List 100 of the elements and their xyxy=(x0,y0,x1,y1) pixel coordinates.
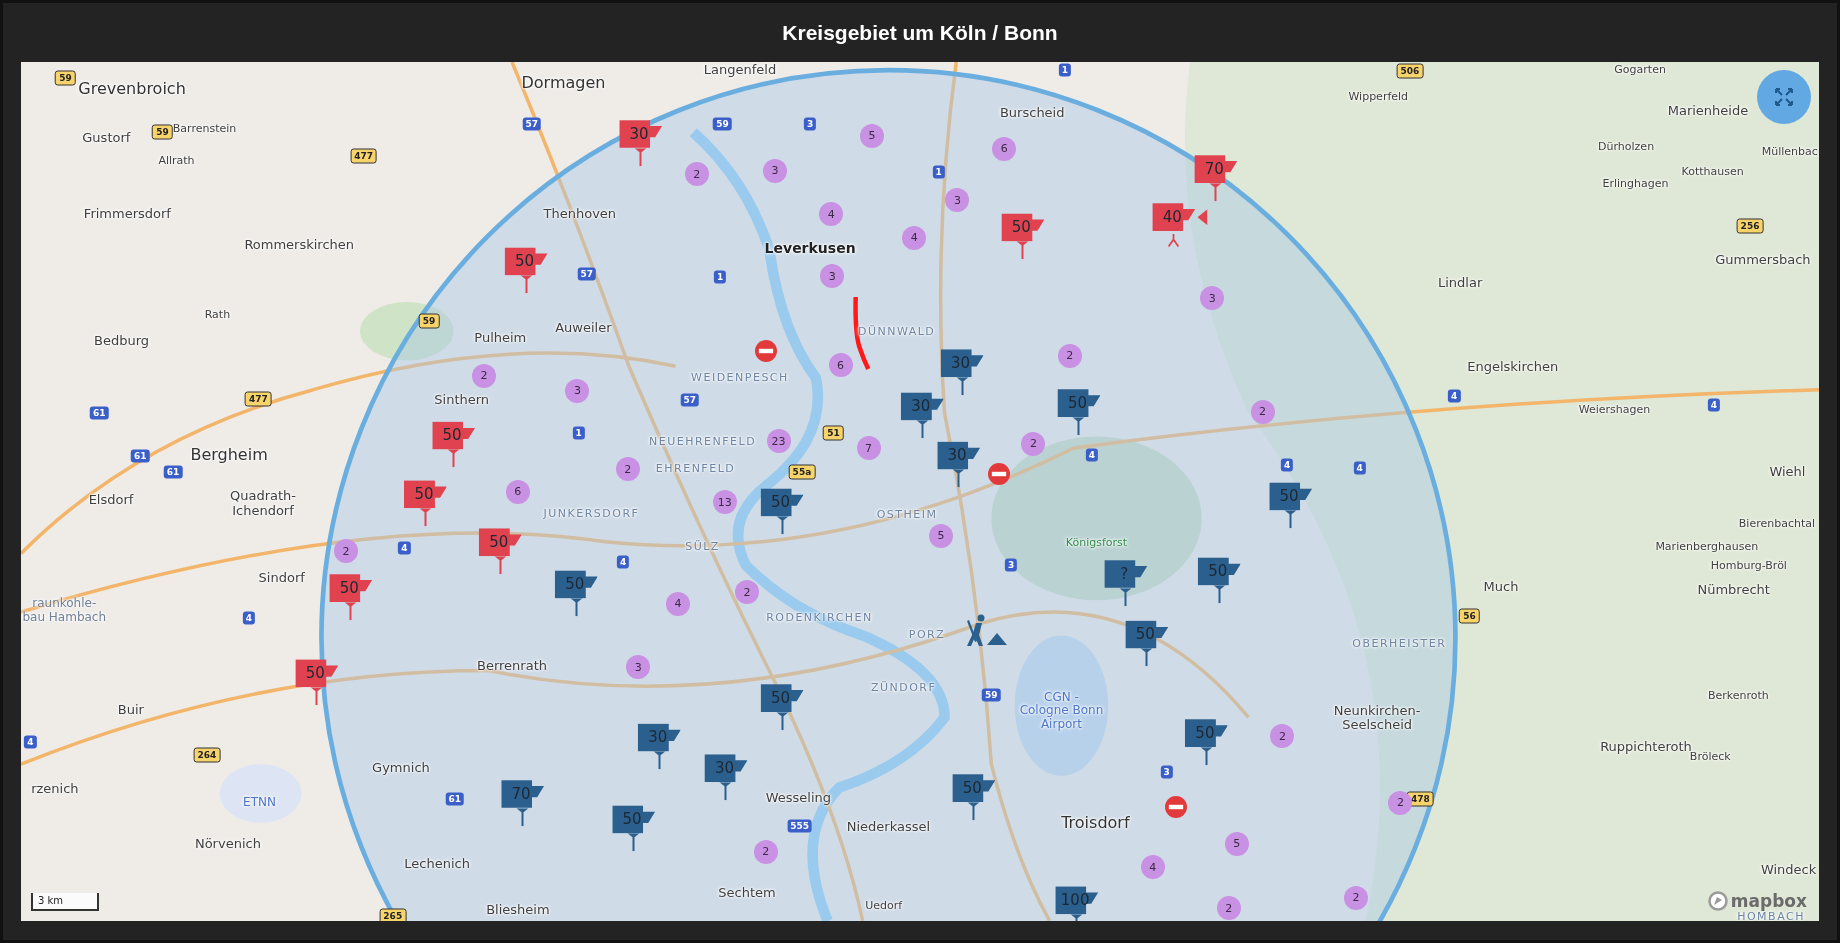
pole-icon xyxy=(1139,648,1154,667)
pole-icon xyxy=(515,807,530,826)
road-number-shield: 59 xyxy=(152,124,173,140)
place-label: DÜNNWALD xyxy=(857,326,936,339)
no-entry-icon[interactable] xyxy=(988,462,1011,485)
place-label: Gummersbach xyxy=(1715,252,1811,268)
road-number-shield: 1 xyxy=(1058,63,1072,77)
pole-icon xyxy=(569,598,584,617)
place-label: Gymnich xyxy=(372,760,430,776)
place-label: Troisdorf xyxy=(1061,813,1130,832)
road-number-shield: 264 xyxy=(193,747,221,763)
road-number-shield: 59 xyxy=(713,117,732,131)
pole-icon xyxy=(1015,241,1030,260)
place-label: Pulheim xyxy=(474,330,527,346)
pole-icon xyxy=(1118,587,1133,606)
place-label: Frimmersdorf xyxy=(83,206,171,222)
place-label: Gustorf xyxy=(82,130,131,146)
road-number-shield: 4 xyxy=(24,735,37,749)
place-label: Bierenbachtal xyxy=(1738,517,1816,531)
place-label: Sinthern xyxy=(434,392,490,408)
road-number-shield: 61 xyxy=(130,449,150,463)
road-number-shield: 57 xyxy=(577,267,597,281)
pole-icon xyxy=(418,508,433,527)
place-label: Grevenbroich xyxy=(78,79,186,99)
no-entry-icon[interactable] xyxy=(1165,796,1187,819)
road-number-shield: 3 xyxy=(1005,558,1018,572)
place-label: Rommerskirchen xyxy=(244,237,355,253)
place-label: Rath xyxy=(204,308,231,322)
road-number-shield: 61 xyxy=(90,406,109,420)
place-label: Bergheim xyxy=(190,446,268,465)
place-label: Marienheide xyxy=(1667,103,1749,119)
place-label: Gogarten xyxy=(1614,63,1666,77)
scale-bar: 3 km xyxy=(31,893,99,911)
road-number-shield: 57 xyxy=(680,393,699,407)
place-label: Burscheid xyxy=(999,106,1065,121)
pole-icon xyxy=(1283,510,1298,529)
place-label: Wiehl xyxy=(1769,464,1806,480)
road-number-shield: 4 xyxy=(1707,398,1720,412)
road-number-shield: 1 xyxy=(572,426,585,440)
place-label: Dürholzen xyxy=(1598,141,1655,154)
place-label: Erlinghagen xyxy=(1602,177,1669,190)
place-label: Sindorf xyxy=(258,570,305,586)
mapbox-logo[interactable]: mapbox xyxy=(1730,891,1807,911)
road-number-shield: 4 xyxy=(1448,389,1461,403)
road-number-shield: 265 xyxy=(379,908,407,921)
place-label: PORZ xyxy=(908,629,946,642)
place-label: Uedorf xyxy=(865,899,903,913)
place-label: Berkenroth xyxy=(1707,690,1769,703)
road-number-shield: 4 xyxy=(1280,458,1294,472)
place-label: Engelskirchen xyxy=(1467,359,1559,375)
place-label: Auweiler xyxy=(555,320,612,336)
place-label: Lechenich xyxy=(404,856,470,872)
place-label: Kotthausen xyxy=(1681,165,1744,179)
road-number-shield: 477 xyxy=(244,391,272,407)
page-title: Kreisgebiet um Köln / Bonn xyxy=(782,20,1058,45)
pole-icon xyxy=(775,516,790,535)
place-label: Neunkirchen-Seelscheid xyxy=(1332,703,1422,734)
place-label: CGN - Cologne Bonn Airport xyxy=(1018,690,1105,733)
pole-icon xyxy=(966,802,981,821)
pole-icon xyxy=(633,147,648,166)
place-label: Wesseling xyxy=(765,790,832,806)
pole-icon xyxy=(1208,182,1223,201)
place-label: JUNKERSDORF xyxy=(543,507,640,521)
place-label: Weiershagen xyxy=(1578,403,1651,416)
place-label: Barrenstein xyxy=(172,122,237,135)
road-number-shield: 256 xyxy=(1736,218,1764,234)
pole-icon xyxy=(718,782,733,801)
place-label: Bröleck xyxy=(1689,750,1731,764)
road-number-shield: 555 xyxy=(787,819,812,833)
no-entry-icon[interactable] xyxy=(754,340,777,363)
road-number-shield: 55a xyxy=(788,464,816,480)
road-number-shield: 3 xyxy=(803,117,817,131)
place-label: Müllenbac xyxy=(1761,145,1818,159)
road-number-shield: 1 xyxy=(932,165,945,179)
pole-icon xyxy=(955,377,970,396)
road-number-shield: 4 xyxy=(1353,461,1366,475)
place-label: Leverkusen xyxy=(764,240,856,257)
road-number-shield: 59 xyxy=(418,313,440,329)
road-number-shield: 61 xyxy=(445,792,464,806)
place-label: ZÜNDORF xyxy=(870,681,937,695)
place-label: Ruppichteroth xyxy=(1600,739,1692,754)
place-label: Elsdorf xyxy=(88,492,134,508)
place-label: Much xyxy=(1483,580,1519,595)
pole-icon xyxy=(493,556,508,575)
pole-icon xyxy=(1199,747,1214,766)
pole-icon xyxy=(775,711,790,730)
place-label: Thenhoven xyxy=(543,206,617,222)
road-number-shield: 57 xyxy=(522,117,542,131)
place-label: HOMBACH xyxy=(1737,911,1805,921)
place-label: Marienberghausen xyxy=(1655,540,1759,553)
road-number-shield: 59 xyxy=(55,70,76,86)
place-label: Königsforst xyxy=(1065,536,1128,550)
road-number-shield: 51 xyxy=(823,425,844,441)
road-number-shield: 506 xyxy=(1396,63,1424,79)
pole-icon xyxy=(309,687,324,706)
expand-icon xyxy=(1774,87,1794,107)
place-label: rzenich xyxy=(31,781,79,797)
road-number-shield: 59 xyxy=(982,688,1001,702)
place-label: Nümbrecht xyxy=(1697,582,1770,598)
place-label: Bedburg xyxy=(94,333,150,348)
